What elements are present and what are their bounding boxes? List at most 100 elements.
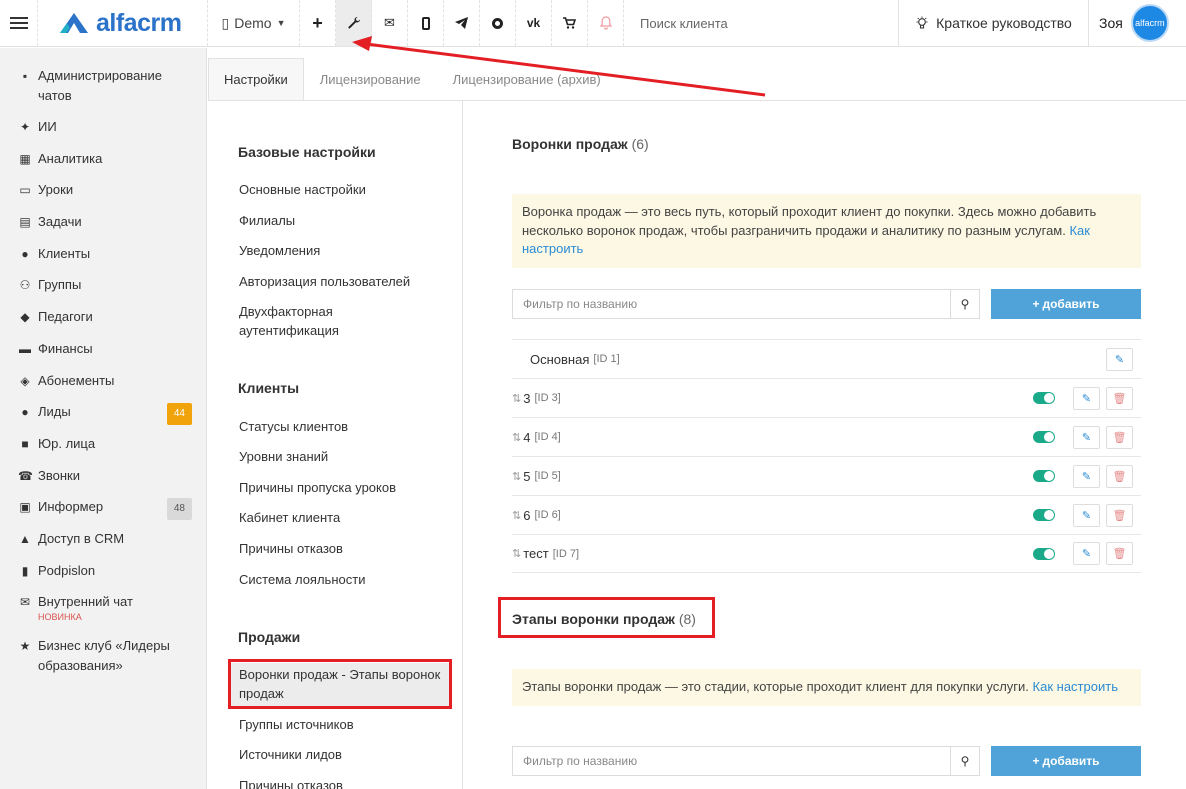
sidebar-item-label: Клиенты (38, 245, 91, 261)
drag-handle-icon[interactable]: ⇅ (512, 431, 521, 444)
active-toggle[interactable] (1033, 392, 1055, 404)
nav-item-sales-rejection-reasons[interactable]: Причины отказов (239, 776, 449, 789)
sidebar-item-1[interactable]: ✦ ИИ (0, 117, 206, 149)
table-row: ⇅ 3 [ID 3] ✎ 🗑︎ (512, 378, 1141, 417)
sidebar-item-12[interactable]: ☎ Звонки (0, 466, 206, 498)
nav-item-source-groups[interactable]: Группы источников (239, 715, 449, 734)
delete-button[interactable]: 🗑︎ (1106, 464, 1133, 488)
nav-item-branches[interactable]: Филиалы (239, 211, 449, 230)
nav-item-main-settings[interactable]: Основные настройки (239, 180, 449, 199)
nav-item-client-statuses[interactable]: Статусы клиентов (239, 417, 449, 436)
edit-button[interactable]: ✎ (1106, 347, 1133, 371)
delete-button[interactable]: 🗑︎ (1106, 425, 1133, 449)
sidebar-item-0[interactable]: ▪ Администрирование чатов (0, 66, 206, 117)
funnels-add-button[interactable]: + добавить (991, 289, 1141, 319)
active-toggle[interactable] (1033, 547, 1055, 560)
building-icon: ▯ (221, 14, 230, 31)
active-toggle[interactable] (1033, 431, 1055, 443)
stages-info-note: Этапы воронки продаж — это стадии, котор… (512, 669, 1141, 706)
sidebar-item-label: Доступ в CRM (38, 530, 125, 546)
mail-button[interactable]: ✉ (372, 0, 408, 46)
sidebar-item-6[interactable]: ⚇ Группы (0, 275, 206, 307)
sidebar-item-10[interactable]: ● Лиды 44 (0, 402, 206, 434)
edit-button[interactable]: ✎ (1073, 542, 1100, 565)
notifications-button[interactable] (588, 0, 624, 46)
stages-help-link[interactable]: Как настроить (1033, 679, 1118, 694)
stages-filter-input[interactable]: Фильтр по названию (512, 746, 951, 776)
sidebar-item-9[interactable]: ◈ Абонементы (0, 371, 206, 403)
row-actions: ✎ 🗑︎ (1033, 542, 1133, 565)
plus-icon: + (312, 12, 323, 33)
user-menu[interactable]: Зоя alfacrm (1089, 0, 1186, 46)
users-icon: ⚇ (19, 278, 31, 293)
add-button[interactable]: + (300, 0, 336, 46)
delete-button[interactable]: 🗑︎ (1106, 386, 1133, 410)
sidebar-item-17[interactable]: ★ Бизнес клуб «Лидеры образования» (0, 636, 206, 676)
nav-item-lead-sources[interactable]: Источники лидов (239, 745, 449, 764)
edit-button[interactable]: ✎ (1073, 464, 1100, 488)
sidebar-item-14[interactable]: ▲ Доступ в CRM (0, 529, 206, 561)
branch-selector[interactable]: ▯ Demo ▼ (208, 0, 300, 46)
edit-button[interactable]: ✎ (1073, 425, 1100, 449)
search-placeholder: Поиск клиента (640, 15, 728, 31)
quick-guide-link[interactable]: Краткое руководство (899, 0, 1089, 46)
drag-handle-icon[interactable]: ⇅ (512, 470, 521, 483)
sidebar-item-11[interactable]: ■ Юр. лица (0, 434, 206, 466)
nav-item-rejection-reasons[interactable]: Причины отказов (239, 539, 449, 558)
whatsapp-button[interactable] (480, 0, 516, 46)
pencil-icon: ✎ (1081, 548, 1092, 560)
edit-button[interactable]: ✎ (1073, 386, 1100, 410)
funnels-filter-input[interactable]: Фильтр по названию (512, 289, 951, 319)
logo[interactable]: alfacrm (38, 0, 208, 46)
drag-handle-icon[interactable]: ⇅ (512, 509, 521, 522)
nav-item-loyalty[interactable]: Система лояльности (239, 570, 449, 589)
active-toggle[interactable] (1033, 470, 1055, 482)
telegram-button[interactable] (444, 0, 480, 46)
sidebar-item-7[interactable]: ◆ Педагоги (0, 307, 206, 339)
tab-licensing-archive[interactable]: Лицензирование (архив) (437, 58, 617, 100)
stages-search-button[interactable]: ⚲ (950, 746, 980, 776)
tab-settings[interactable]: Настройки (208, 58, 304, 100)
drag-handle-icon[interactable]: ⇅ (512, 547, 521, 560)
cart-button[interactable] (552, 0, 588, 46)
nav-item-notifications[interactable]: Уведомления (239, 241, 449, 260)
nav-item-absence-reasons[interactable]: Причины пропуска уроков (239, 478, 449, 497)
sidebar-item-15[interactable]: ▮ Podpislon (0, 561, 206, 593)
sidebar-item-16[interactable]: ✉ Внутренний чат НОВИНКА (0, 592, 206, 636)
phone-button[interactable] (408, 0, 444, 46)
sidebar-item-label: Уроки (38, 182, 74, 198)
new-tag: НОВИНКА (38, 612, 82, 623)
client-search-input[interactable]: Поиск клиента (624, 0, 899, 46)
tab-licensing[interactable]: Лицензирование (304, 58, 437, 100)
lock-icon: ▲ (19, 531, 31, 546)
hamburger-icon (9, 14, 28, 32)
sidebar-item-2[interactable]: ▦ Аналитика (0, 149, 206, 181)
funnel-name: Основная (530, 351, 590, 367)
drag-handle-icon[interactable]: ⇅ (512, 392, 521, 405)
nav-item-user-auth[interactable]: Авторизация пользователей (239, 272, 449, 291)
nav-item-knowledge-levels[interactable]: Уровни знаний (239, 447, 449, 466)
mail-icon: ✉ (384, 15, 395, 30)
funnel-name: 6 (523, 507, 531, 523)
stages-filter-placeholder: Фильтр по названию (523, 754, 638, 768)
delete-button[interactable]: 🗑︎ (1106, 503, 1133, 527)
nav-item-client-cabinet[interactable]: Кабинет клиента (239, 508, 449, 527)
map-icon: ▦ (19, 151, 31, 166)
settings-button[interactable] (336, 0, 372, 46)
sidebar-item-8[interactable]: ▬ Финансы (0, 339, 206, 371)
search-icon: ⚲ (960, 297, 970, 311)
sidebar-item-13[interactable]: ▣ Информер 48 (0, 497, 206, 529)
menu-toggle-button[interactable] (0, 0, 38, 46)
nav-item-two-factor[interactable]: Двухфакторная аутентификация (239, 302, 369, 340)
delete-button[interactable]: 🗑︎ (1106, 542, 1133, 565)
stages-add-button[interactable]: + добавить (991, 746, 1141, 776)
sidebar-item-4[interactable]: ▤ Задачи (0, 212, 206, 244)
funnels-note-text: Воронка продаж — это весь путь, который … (522, 204, 1097, 238)
vk-button[interactable]: vk (516, 0, 552, 46)
stages-add-label: добавить (1042, 754, 1100, 768)
edit-button[interactable]: ✎ (1073, 503, 1100, 527)
sidebar-item-3[interactable]: ▭ Уроки (0, 180, 206, 212)
active-toggle[interactable] (1033, 509, 1055, 521)
funnels-search-button[interactable]: ⚲ (950, 289, 980, 319)
sidebar-item-5[interactable]: ● Клиенты (0, 244, 206, 276)
